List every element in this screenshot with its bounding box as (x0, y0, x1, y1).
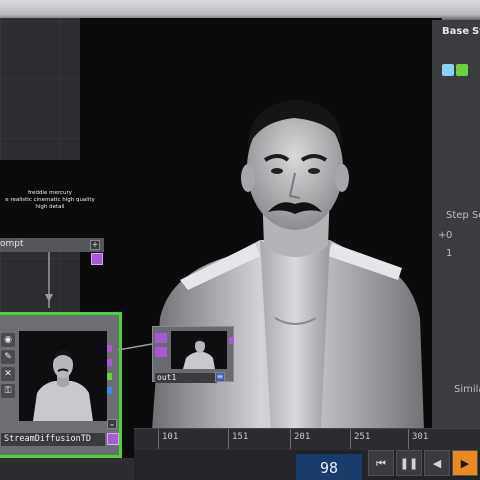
pause-button[interactable]: ❚❚ (396, 450, 422, 476)
node-sidebar: ◉ ✎ ✕ ⚿ (1, 333, 17, 401)
node-preview-thumbnail (19, 331, 107, 421)
out1-node[interactable]: out1 ≡ (152, 326, 234, 383)
tab-partial[interactable]: St (472, 26, 480, 37)
node-menu-icon[interactable]: ⌄ (107, 419, 117, 429)
generated-portrait-image (150, 100, 425, 458)
tick-label: 301 (412, 432, 429, 442)
play-button[interactable]: ▶ (452, 450, 478, 476)
help-icon[interactable] (442, 64, 454, 76)
current-frame-field[interactable]: 98 (296, 454, 362, 480)
prompt-text-node[interactable]: freddie mercury e realistic cinematic hi… (0, 160, 100, 240)
tick-label: 151 (232, 432, 249, 442)
prompt-line-3: high detail (35, 204, 65, 210)
out-menu-icon[interactable]: ≡ (215, 372, 225, 382)
tick-line (290, 429, 291, 449)
tick-line (228, 429, 229, 449)
tick-label: 201 (294, 432, 311, 442)
connection-wire (45, 252, 53, 308)
streamdiffusion-node[interactable]: ◉ ✎ ✕ ⚿ StreamDiffusionTD ⌄ (0, 312, 122, 458)
output-pin-1[interactable] (107, 345, 112, 352)
param-label-step: Step Sc (446, 210, 480, 221)
out-output-pin[interactable] (229, 337, 234, 344)
prompt-line-1: freddie mercury (27, 190, 72, 196)
tick-line (158, 429, 159, 449)
bypass-icon[interactable]: ✕ (1, 367, 15, 381)
tick-line (408, 429, 409, 449)
out1-node-name: out1 (155, 373, 217, 383)
output-pin-4[interactable] (107, 387, 112, 394)
node-output-connector[interactable] (107, 433, 119, 445)
pencil-icon[interactable]: ✎ (1, 350, 15, 364)
timeline-ruler[interactable]: 101 151 201 251 301 (134, 428, 480, 450)
prompt-line-2: e realistic cinematic high quality (5, 197, 95, 203)
skip-back-button[interactable]: ⏮ (368, 450, 394, 476)
green-status-icon[interactable] (456, 64, 468, 76)
output-pin-3[interactable] (107, 373, 112, 380)
tick-line (350, 429, 351, 449)
param-value-0: 0 (446, 230, 453, 241)
add-icon[interactable]: + (90, 240, 100, 250)
param-label-similar: Simila (454, 384, 480, 395)
prompt-node-label-bar[interactable]: ompt (0, 238, 104, 252)
output-viewer (80, 18, 442, 458)
out-input-pin-2[interactable] (155, 347, 167, 357)
prompt-output-connector[interactable] (91, 253, 103, 265)
step-back-button[interactable]: ◀ (424, 450, 450, 476)
param-value-1: 1 (446, 248, 453, 259)
lock-icon[interactable]: ⚿ (1, 384, 15, 398)
output-pin-2[interactable] (107, 359, 112, 366)
tick-label: 251 (354, 432, 371, 442)
parameter-panel: Base St Step Sc + 0 1 Simila (432, 20, 480, 430)
out1-preview-thumbnail (171, 331, 227, 369)
connection-wire-out (118, 343, 153, 351)
tick-label: 101 (162, 432, 179, 442)
eye-icon[interactable]: ◉ (1, 333, 15, 347)
out-input-pin-1[interactable] (155, 333, 167, 343)
prompt-node-name: ompt (0, 239, 24, 249)
tab-base[interactable]: Base (442, 26, 469, 37)
streamdiffusion-node-name: StreamDiffusionTD (1, 433, 105, 446)
